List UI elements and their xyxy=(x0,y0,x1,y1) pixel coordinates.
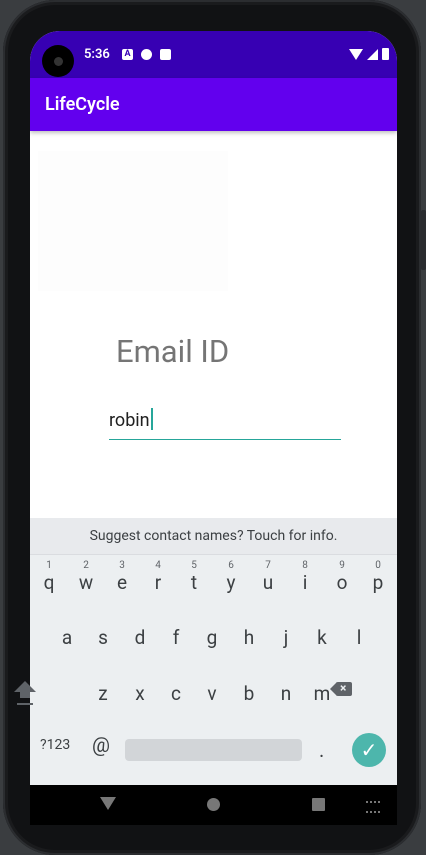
key-hint: 6 xyxy=(228,560,234,571)
key-x[interactable]: x xyxy=(122,674,158,714)
keyboard-suggestion-bar[interactable]: Suggest contact names? Touch for info. xyxy=(30,518,397,555)
key-l[interactable]: l xyxy=(341,618,377,658)
key-a[interactable]: a xyxy=(49,618,85,658)
key-c[interactable]: c xyxy=(158,674,194,714)
circle-half-icon xyxy=(141,49,152,60)
status-time: 5:36 xyxy=(84,47,110,62)
sim-icon xyxy=(160,49,171,60)
recents-icon[interactable] xyxy=(312,798,325,811)
key-hint: 1 xyxy=(46,560,52,571)
key-hint: 5 xyxy=(191,560,197,571)
key-u[interactable]: u7 xyxy=(250,560,286,603)
placeholder-area xyxy=(38,151,228,291)
key-hint: 7 xyxy=(265,560,271,571)
backspace-icon: × xyxy=(340,681,347,695)
keyboard-switch-icon[interactable] xyxy=(366,801,380,813)
side-button xyxy=(421,210,426,270)
key-i[interactable]: i8 xyxy=(287,560,323,603)
key-y[interactable]: y6 xyxy=(213,560,249,603)
at-key[interactable]: @ xyxy=(92,733,110,757)
key-q[interactable]: q1 xyxy=(31,560,67,603)
email-input-value: robin xyxy=(109,408,153,431)
key-b[interactable]: b xyxy=(231,674,267,714)
key-j[interactable]: j xyxy=(268,618,304,658)
camera-cutout xyxy=(42,45,74,77)
key-g[interactable]: g xyxy=(194,618,230,658)
key-z[interactable]: z xyxy=(85,674,121,714)
key-e[interactable]: e3 xyxy=(104,560,140,603)
wifi-icon xyxy=(349,48,363,60)
key-n[interactable]: n xyxy=(268,674,304,714)
status-bar: 5:36 A xyxy=(30,31,397,78)
key-r[interactable]: r4 xyxy=(140,560,176,603)
email-label: Email ID xyxy=(116,333,230,370)
a-icon: A xyxy=(122,49,133,60)
notification-icons: A xyxy=(122,49,171,60)
key-p[interactable]: p0 xyxy=(360,560,396,603)
battery-icon xyxy=(382,48,389,60)
key-f[interactable]: f xyxy=(158,618,194,658)
key-d[interactable]: d xyxy=(122,618,158,658)
navigation-bar xyxy=(30,785,397,825)
enter-key[interactable]: ✓ xyxy=(352,733,386,767)
email-input[interactable]: robin xyxy=(109,405,341,440)
period-key[interactable]: . xyxy=(319,738,324,762)
symbols-key[interactable]: ?123 xyxy=(40,737,70,753)
key-o[interactable]: o9 xyxy=(324,560,360,603)
shift-icon xyxy=(14,681,36,692)
key-k[interactable]: k xyxy=(304,618,340,658)
key-hint: 9 xyxy=(339,560,345,571)
key-hint: 2 xyxy=(83,560,89,571)
app-title: LifeCycle xyxy=(45,94,120,115)
signal-icon xyxy=(367,48,378,60)
space-key[interactable] xyxy=(125,739,302,761)
backspace-key[interactable]: × xyxy=(330,681,352,696)
text-cursor xyxy=(150,408,153,430)
key-v[interactable]: v xyxy=(194,674,230,714)
key-hint: 4 xyxy=(155,560,161,571)
back-icon[interactable] xyxy=(100,797,116,810)
key-t[interactable]: t5 xyxy=(176,560,212,603)
system-icons xyxy=(349,48,389,60)
key-w[interactable]: w2 xyxy=(68,560,104,603)
key-h[interactable]: h xyxy=(231,618,267,658)
key-hint: 0 xyxy=(375,560,381,571)
checkmark-icon: ✓ xyxy=(360,738,378,762)
home-icon[interactable] xyxy=(207,798,220,811)
key-hint: 8 xyxy=(302,560,308,571)
key-hint: 3 xyxy=(119,560,125,571)
shift-key[interactable] xyxy=(14,681,36,705)
app-bar: LifeCycle xyxy=(30,78,397,131)
device-screen: 5:36 A LifeCycle Email ID robin Suggest … xyxy=(30,31,397,785)
key-s[interactable]: s xyxy=(85,618,121,658)
